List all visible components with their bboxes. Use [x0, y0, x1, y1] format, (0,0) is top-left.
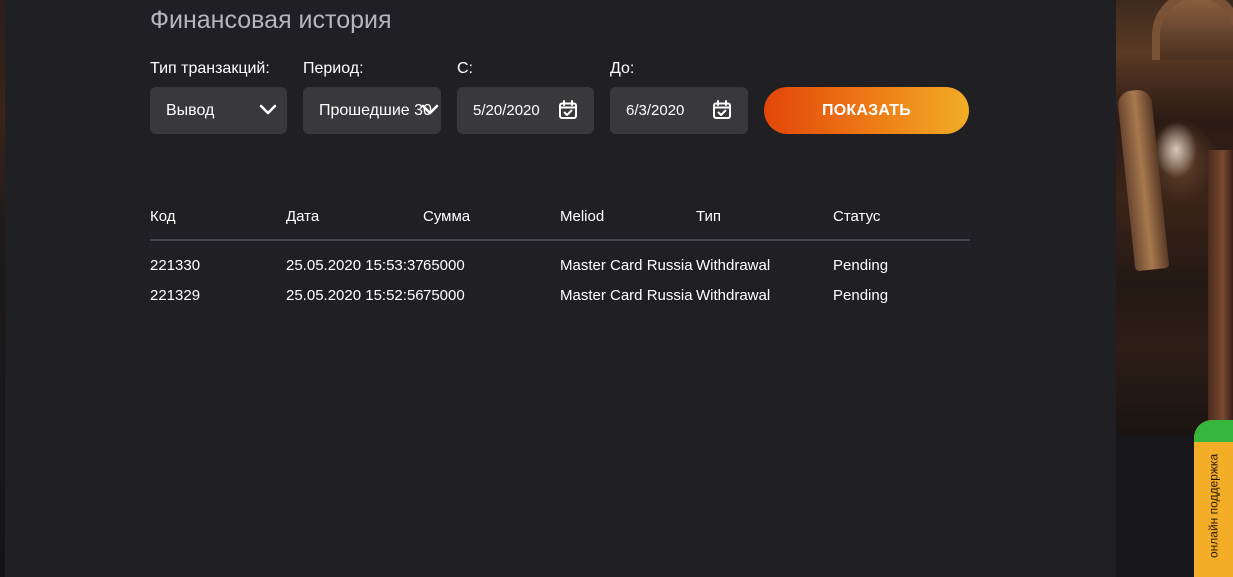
column-header-type: Тип [696, 208, 722, 225]
calendar-check-icon[interactable] [712, 100, 732, 120]
column-header-amount: Сумма [423, 208, 471, 225]
transaction-type-value: Вывод [166, 101, 215, 119]
chevron-down-icon [421, 104, 439, 115]
table-row: 221330 25.05.2020 15:53:37 65000 Master … [150, 241, 970, 274]
cell-type: Withdrawal [696, 287, 771, 304]
to-date-label: До: [610, 60, 635, 77]
column-header-code: Код [150, 208, 176, 225]
cell-status: Pending [833, 287, 889, 304]
cell-code: 221329 [150, 287, 201, 304]
period-select[interactable]: Прошедшие 30 [303, 87, 441, 134]
cell-amount: 75000 [423, 287, 465, 304]
transactions-table: Код Дата Сумма Meliod Тип Статус 221330 … [150, 208, 970, 304]
table-row: 221329 25.05.2020 15:52:56 75000 Master … [150, 271, 970, 304]
background-art-right [1116, 0, 1233, 435]
page-title: Финансовая история [150, 6, 392, 34]
to-date-input[interactable]: 6/3/2020 [610, 87, 748, 134]
art-post [1208, 150, 1233, 435]
chevron-down-icon [259, 104, 277, 115]
table-header: Код Дата Сумма Meliod Тип Статус [150, 208, 970, 241]
period-label: Период: [303, 60, 364, 77]
show-button[interactable]: ПОКАЗАТЬ [764, 87, 969, 134]
cell-date: 25.05.2020 15:52:56 [286, 287, 424, 304]
cell-method: Master Card Russia [560, 287, 693, 304]
transaction-type-select[interactable]: Вывод [150, 87, 287, 134]
column-header-method: Meliod [560, 208, 605, 225]
from-date-input[interactable]: 5/20/2020 [457, 87, 594, 134]
calendar-check-icon[interactable] [558, 100, 578, 120]
column-header-status: Статус [833, 208, 881, 225]
from-date-label: С: [457, 60, 473, 77]
to-date-value: 6/3/2020 [626, 102, 685, 119]
art-arch [1152, 0, 1233, 60]
art-beam [1116, 88, 1170, 272]
transaction-type-label: Тип транзакций: [150, 60, 270, 77]
from-date-value: 5/20/2020 [473, 102, 540, 119]
table-body: 221330 25.05.2020 15:53:37 65000 Master … [150, 241, 970, 304]
online-support-tab[interactable]: онлайн поддержка [1194, 420, 1233, 577]
online-status-indicator [1194, 420, 1233, 442]
period-value: Прошедшие 30 [319, 101, 432, 119]
online-support-label: онлайн поддержка [1206, 454, 1221, 559]
column-header-date: Дата [286, 208, 320, 225]
